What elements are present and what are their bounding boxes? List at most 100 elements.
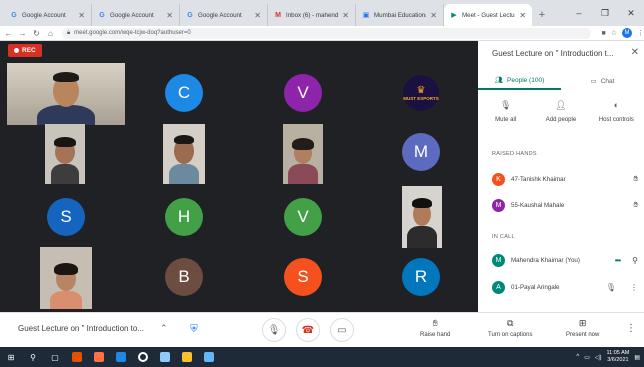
toggle-icon: ◐ [613,100,620,110]
forward-button[interactable]: → [17,28,28,39]
raise-hand-button[interactable]: ✋︎ Raise hand [420,318,450,338]
app-icon[interactable] [88,347,110,367]
list-item-in-call[interactable]: A 01-Payal Aringale 🎙︎ ⋮ [492,279,638,295]
more-options-icon[interactable]: ⋮ [626,323,636,334]
participant-avatar[interactable]: V [284,198,322,236]
participant-avatar[interactable]: S [47,198,85,236]
network-icon[interactable]: ▭ [584,354,590,361]
shield-icon[interactable]: ⛨ [188,322,200,336]
add-person-icon: 👤︎ [555,99,567,110]
window-controls: – ❐ ✕ [566,0,644,26]
recording-badge: REC [8,44,42,57]
raised-hand-icon[interactable]: ✋︎ [633,174,638,184]
tab-close-icon[interactable]: ✕ [166,11,173,20]
folder-icon[interactable] [176,347,198,367]
participant-avatar[interactable]: B [165,258,203,296]
browser-tab[interactable]: M Inbox (6) - mahendrak✕ [268,4,356,26]
list-item-raised[interactable]: K 47-Tanishk Khaimar ✋︎ [492,171,638,187]
camera-button[interactable]: ▭ [330,318,354,342]
tab-close-icon[interactable]: ✕ [519,11,526,20]
participant-avatar[interactable]: M [402,133,440,171]
browser-menu-icon[interactable]: ⋮ [637,29,644,37]
list-item-raised[interactable]: M 55-Kaushal Mahale ✋︎ [492,197,638,213]
app-icon[interactable] [66,347,88,367]
mic-off-icon[interactable]: 🎙︎ [606,283,616,292]
participant-avatar[interactable]: C [165,74,203,112]
video-tile[interactable] [402,186,442,248]
video-tile[interactable] [40,247,92,309]
participant-avatar[interactable]: H [165,198,203,236]
bookmark-star-icon[interactable]: ☆ [611,29,617,37]
tray-chevron-icon[interactable]: ^ [576,354,579,360]
participant-logo-tile[interactable]: ♛ MUST ESPORTS [402,74,440,112]
app-icon[interactable] [198,347,220,367]
windows-start-icon[interactable]: ⊞ [0,347,22,367]
chat-icon: ▭ [590,78,597,85]
video-tile[interactable] [45,124,85,184]
list-item-in-call[interactable]: M Mahendra Khaimar (You) ••• ⚲ [492,252,638,268]
tab-title: Inbox (6) - mahendrak [286,11,339,19]
restore-button[interactable]: ❐ [592,0,618,26]
clock[interactable]: 11:05 AM 3/6/2021 [606,350,629,364]
tab-favicon-icon: G [99,11,105,19]
raised-hands-heading: RAISED HANDS [492,151,537,157]
people-panel: Guest Lecture on " Introduction t... ✕ 👥… [478,41,644,312]
close-panel-button[interactable]: ✕ [631,47,639,58]
new-tab-button[interactable]: + [532,4,552,26]
browser-tab[interactable]: G Google Account ✕ [92,4,180,26]
browser-tab[interactable]: G Google Account ✕ [4,4,92,26]
home-button[interactable]: ⌂ [45,28,56,39]
url-field[interactable]: 🔒︎ meet.google.com/wqe-tcjw-doq?authuser… [61,27,592,39]
esports-logo-icon: ♛ [416,84,426,96]
chrome-icon[interactable] [132,347,154,367]
tab-close-icon[interactable]: ✕ [342,11,349,20]
captions-icon: ⧉ [507,318,514,328]
back-button[interactable]: ← [3,28,14,39]
participant-avatar[interactable]: V [284,74,322,112]
volume-icon[interactable]: ◁) [595,354,602,361]
notifications-icon[interactable]: ▤ [634,354,640,361]
reload-button[interactable]: ↻ [31,28,42,39]
participant-name: Mahendra Khaimar (You) [511,256,580,264]
app-icon[interactable] [110,347,132,367]
video-tile-presenter[interactable] [7,63,125,125]
profile-avatar[interactable]: M [621,28,632,38]
add-people-button[interactable]: 👤︎ Add people [533,99,588,124]
camera-indicator-icon[interactable]: ■ [601,30,605,37]
tab-close-icon[interactable]: ✕ [78,11,85,20]
more-options-icon[interactable]: ⋮ [630,283,638,292]
participant-avatar[interactable]: S [284,258,322,296]
mute-all-button[interactable]: 🎙︎ Mute all [478,99,533,124]
tab-people[interactable]: 👥︎ People (100) [478,72,561,90]
meeting-title[interactable]: Guest Lecture on " Introduction to... [18,324,144,333]
present-now-button[interactable]: ⊞ Present now [566,318,599,338]
participant-avatar[interactable]: R [402,258,440,296]
avatar: K [492,172,505,186]
url-text: meet.google.com/wqe-tcjw-doq?authuser=0 [74,30,191,36]
leave-call-button[interactable]: ☎︎ [296,318,320,342]
video-tile[interactable] [163,124,205,184]
browser-tab[interactable]: ▣ Mumbai Educational Tr ✕ [356,4,444,26]
raised-hand-icon[interactable]: ✋︎ [633,200,638,210]
browser-tab-strip: G Google Account ✕ G Google Account ✕ G Google … [0,0,644,26]
captions-button[interactable]: ⧉ Turn on captions [488,318,532,338]
mic-button[interactable]: 🎙︎ [262,318,286,342]
host-controls-button[interactable]: ◐ Host controls [589,99,644,123]
task-view-icon[interactable]: ▢ [44,347,66,367]
browser-tab[interactable]: ▶ Meet - Guest Lectu ✕ [444,4,532,26]
pin-icon[interactable]: ⚲ [632,256,638,265]
close-window-button[interactable]: ✕ [618,0,644,26]
avatar: M [492,253,505,267]
tab-close-icon[interactable]: ✕ [430,11,437,20]
app-icon[interactable] [154,347,176,367]
raise-hand-icon: ✋︎ [432,318,438,328]
tab-close-icon[interactable]: ✕ [254,11,261,20]
minimize-button[interactable]: – [566,0,592,26]
chevron-up-icon[interactable]: ⌃ [160,323,168,334]
avatar: A [492,280,505,294]
video-tile[interactable] [283,124,323,184]
camera-icon: ▭ [337,324,347,336]
tab-chat[interactable]: ▭ Chat [561,72,644,90]
browser-tab[interactable]: G Google Account ✕ [180,4,268,26]
search-icon[interactable]: ⚲ [22,347,44,367]
